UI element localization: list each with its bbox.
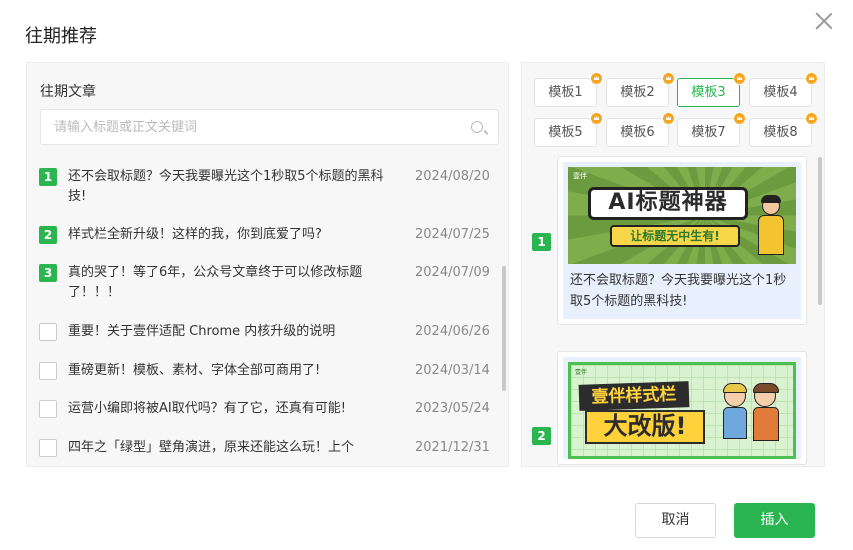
- article-date: 2024/06/26: [415, 324, 490, 339]
- article-date: 2024/07/09: [415, 265, 490, 280]
- template-label: 模板3: [691, 85, 726, 100]
- checkbox[interactable]: 1: [39, 168, 57, 186]
- template-button-1[interactable]: 模板1: [534, 72, 603, 107]
- preview-number-badge: 1: [532, 233, 551, 251]
- cover-logo: 壹伴: [575, 369, 588, 376]
- crown-icon: [733, 112, 746, 125]
- article-panel: 往期文章 1 还不会取标题？今天我要曝光这个1秒取5个标题的黑科技! 2024/…: [26, 62, 509, 467]
- article-title: 真的哭了！等了6年，公众号文章终于可以修改标题了！！！: [68, 265, 363, 300]
- crown-icon: [805, 112, 818, 125]
- article-title: 重磅更新！模板、素材、字体全部可商用了!: [68, 363, 321, 378]
- cancel-button[interactable]: 取消: [635, 503, 716, 538]
- article-title: 样式栏全新升级！这样的我，你到底爱了吗?: [68, 227, 322, 242]
- preview-number-badge: 2: [532, 427, 551, 445]
- template-label: 模板4: [763, 85, 798, 100]
- checkbox[interactable]: [39, 400, 57, 418]
- crown-icon: [590, 112, 603, 125]
- article-date: 2024/03/14: [415, 363, 490, 378]
- checkbox[interactable]: 3: [39, 264, 57, 282]
- article-list-scrollbar[interactable]: [502, 266, 506, 391]
- cover-image: 壹伴 AI标题神器 让标题无中生有!: [568, 167, 796, 264]
- crown-icon: [662, 112, 675, 125]
- template-button-2[interactable]: 模板2: [606, 72, 675, 107]
- cover-illustration: [721, 383, 749, 450]
- article-title: 运营小编即将被AI取代吗？有了它，还真有可能!: [68, 401, 346, 416]
- template-button-7[interactable]: 模板7: [677, 112, 746, 147]
- preview-scrollbar[interactable]: [818, 157, 822, 305]
- crown-icon: [805, 72, 818, 85]
- checkbox[interactable]: [39, 323, 57, 341]
- template-label: 模板2: [620, 85, 655, 100]
- template-button-8[interactable]: 模板8: [749, 112, 818, 147]
- template-label: 模板1: [548, 85, 583, 100]
- preview-card[interactable]: 壹伴 壹伴样式栏 大改版!: [557, 351, 807, 465]
- template-button-4[interactable]: 模板4: [749, 72, 818, 107]
- close-icon[interactable]: [815, 12, 833, 30]
- cover-title: AI标题神器: [588, 187, 748, 220]
- template-label: 模板7: [691, 125, 726, 140]
- cover-illustration: [756, 195, 786, 257]
- preview-card[interactable]: 壹伴 AI标题神器 让标题无中生有! 还不会取标题？今天我要曝光这个1秒取5个标…: [557, 156, 807, 325]
- crown-icon: [662, 72, 675, 85]
- article-title: 四年之「绿型」壁角演进，原来还能这么玩！上个: [68, 440, 355, 455]
- crown-icon: [590, 72, 603, 85]
- crown-icon: [733, 72, 746, 85]
- recommend-dialog: 往期推荐 往期文章 1 还不会取标题？今天我要曝光这个1秒取5个标题的黑科技! …: [0, 0, 853, 550]
- checkbox[interactable]: [39, 439, 57, 457]
- cover-subtitle: 大改版!: [585, 410, 705, 444]
- article-date: 2024/07/25: [415, 227, 490, 242]
- template-panel: 模板1 模板2 模板3 模板4 模板5 模板6 模板7 模板8 1 壹伴 AI标…: [521, 62, 825, 467]
- preview-card-inner: 壹伴 壹伴样式栏 大改版!: [563, 357, 801, 459]
- article-panel-heading: 往期文章: [40, 84, 96, 100]
- cover-title: 壹伴样式栏: [578, 381, 690, 411]
- search-box: [40, 109, 499, 145]
- cover-image: 壹伴 壹伴样式栏 大改版!: [568, 362, 796, 459]
- template-label: 模板5: [548, 125, 583, 140]
- search-icon[interactable]: [471, 121, 483, 133]
- checkbox[interactable]: 2: [39, 226, 57, 244]
- article-title: 重要！关于壹伴适配 Chrome 内核升级的说明: [68, 324, 336, 339]
- template-button-6[interactable]: 模板6: [606, 112, 675, 147]
- preview-card-text: 还不会取标题？今天我要曝光这个1秒取5个标题的黑科技!: [570, 273, 787, 309]
- insert-button[interactable]: 插入: [734, 503, 815, 538]
- article-title: 还不会取标题？今天我要曝光这个1秒取5个标题的黑科技!: [68, 169, 384, 204]
- article-date: 2023/05/24: [415, 401, 490, 416]
- cover-logo: 壹伴: [573, 172, 587, 180]
- preview-card-inner: 壹伴 AI标题神器 让标题无中生有! 还不会取标题？今天我要曝光这个1秒取5个标…: [563, 162, 801, 319]
- dialog-title: 往期推荐: [25, 26, 97, 47]
- cover-subtitle: 让标题无中生有!: [610, 225, 740, 247]
- article-date: 2024/08/20: [415, 169, 490, 184]
- search-input[interactable]: [41, 110, 461, 144]
- article-date: 2021/12/31: [415, 440, 490, 455]
- template-label: 模板6: [620, 125, 655, 140]
- article-list: 1 还不会取标题？今天我要曝光这个1秒取5个标题的黑科技! 2024/08/20…: [27, 161, 508, 466]
- cover-illustration: [751, 383, 781, 455]
- template-button-3[interactable]: 模板3: [677, 72, 746, 107]
- template-label: 模板8: [763, 125, 798, 140]
- template-button-5[interactable]: 模板5: [534, 112, 603, 147]
- checkbox[interactable]: [39, 362, 57, 380]
